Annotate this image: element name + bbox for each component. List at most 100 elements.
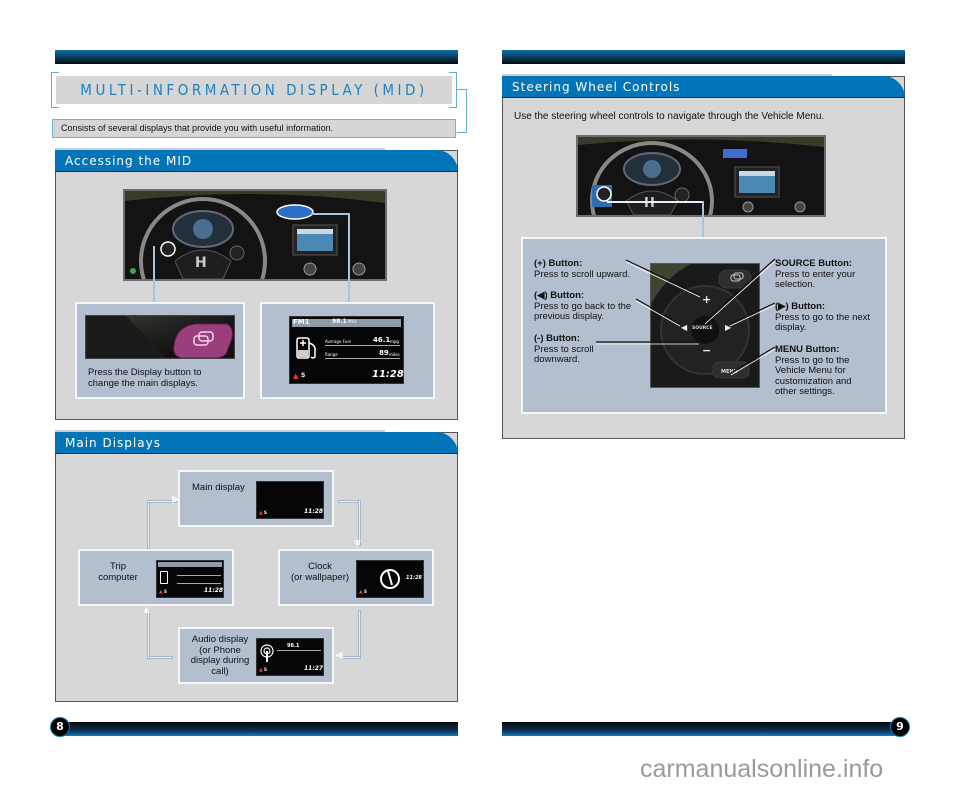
accessing-mid-panel: Accessing the MID H Press the Display bu… [55, 150, 458, 420]
label-line: Press to scroll upward. [534, 268, 631, 280]
label-line: display. [775, 322, 807, 333]
flow-arrow-top-right [338, 500, 360, 503]
warning-triangle-icon: ▲ [259, 510, 263, 516]
clock-label: Clock (or wallpaper) [282, 561, 358, 583]
plus-button-label: (+) Button: Press to scroll upward. [534, 258, 631, 280]
steering-dashboard-photo: H [576, 135, 826, 217]
arrow-left-icon: ◀ [335, 650, 343, 661]
audio-display-label: Audio display (or Phone display during c… [184, 634, 256, 677]
arrow-up-icon: ▲ [143, 605, 150, 615]
main-display-label: Main display [192, 482, 245, 493]
lcd-divider [325, 358, 400, 359]
flow-arrow-bottom-right-v [358, 610, 361, 658]
left-button-label: (◀) Button: Press to go back to the prev… [534, 290, 631, 323]
steering-dashboard-illustration: H [578, 137, 824, 215]
label-title: SOURCE Button: [775, 258, 853, 269]
lcd-clock: 11:28 [372, 369, 404, 380]
page-title: MULTI-INFORMATION DISPLAY (MID) [56, 76, 452, 104]
leader-source [702, 258, 776, 324]
leader-plus [625, 259, 701, 296]
lcd-divider [277, 650, 321, 651]
radio-signal-icon [260, 644, 274, 662]
steering-controls-box: + ◀ SOURCE ▶ − MENU (+) Button: Press to… [521, 237, 887, 414]
audio-source: FM1 [293, 318, 310, 326]
lcd-clock: 11:27 [304, 665, 324, 672]
label-title: (-) Button: [534, 333, 580, 344]
clock-lcd: 11:28 ▲ S [356, 560, 424, 598]
left-page-top-bar [55, 50, 458, 64]
avg-fuel-unit: mpg [390, 339, 399, 344]
warning-triangle-icon: ▲ [159, 589, 163, 595]
display-button-box: Press the Display button to change the m… [75, 302, 245, 399]
label-title: (+) Button: [534, 258, 583, 269]
display-button-photo [85, 315, 235, 359]
label-line: downward. [534, 354, 580, 365]
accessing-mid-heading: Accessing the MID [55, 150, 458, 172]
trip-computer-box: Trip computer ▲ S 11:28 [78, 549, 234, 606]
label-line: selection. [775, 279, 816, 290]
lcd-clock: 11:28 [406, 575, 422, 581]
label-title: (▶) Button: [775, 301, 826, 312]
label-line: call) [211, 665, 229, 677]
steering-controls-heading: Steering Wheel Controls [502, 76, 905, 98]
label-line: Vehicle Menu for [775, 365, 846, 376]
main-display-lcd: ▲ S 11:28 [256, 481, 324, 519]
audio-freq-unit: MHz [348, 319, 357, 324]
trip-computer-label: Trip computer [88, 561, 148, 583]
warning-triangle-icon: ▲ [259, 667, 263, 673]
audio-display-lcd: 98.1 ▲ S 11:27 [256, 638, 324, 676]
minus-button-label: (-) Button: Press to scroll downward. [534, 333, 594, 366]
flow-arrow-up-left [147, 501, 150, 549]
gear-indicator: S [264, 667, 267, 672]
audio-display-box: Audio display (or Phone display during c… [178, 627, 334, 684]
lcd-divider [177, 583, 221, 584]
connector-line-display-button [153, 246, 155, 302]
audio-frequency: 98.1 [332, 318, 347, 325]
lcd-divider [177, 575, 221, 576]
right-page-bottom-bar [502, 722, 900, 736]
right-page-top-bar [502, 50, 905, 64]
audio-status-bar [158, 562, 222, 567]
label-title: MENU Button: [775, 344, 840, 355]
connector-line-screen-h [311, 213, 349, 215]
flow-arrow-bottom-right-h [341, 656, 361, 659]
main-displays-panel: Main Displays ▶ ▼ ◀ ▲ Main display ▲ S 1… [55, 432, 458, 702]
display-button-illustration [86, 316, 233, 358]
range-unit: miles [389, 352, 400, 357]
arrow-down-icon: ▼ [354, 539, 361, 549]
warning-triangle-icon: ▲ [359, 589, 363, 595]
svg-text:H: H [644, 196, 655, 211]
leader-menu [730, 346, 776, 374]
lcd-clock: 11:28 [204, 587, 224, 594]
audio-frequency: 98.1 [287, 643, 300, 649]
steering-intro: Use the steering wheel controls to navig… [514, 111, 825, 122]
left-page-bottom-bar [60, 722, 458, 736]
flow-arrow-bottom-left-v [147, 611, 150, 659]
label-line: display during [190, 655, 250, 666]
range-value: 89 [379, 349, 389, 357]
main-display-box: Main display ▲ S 11:28 [178, 470, 334, 527]
mid-lcd-screen: FM1 98.1 MHz Average Fuel 46.1 mpg Range… [289, 316, 404, 384]
page-number-left: 8 [50, 717, 70, 737]
clock-wallpaper-icon [380, 569, 400, 589]
label-line: Clock [308, 561, 332, 572]
label-line: Trip [109, 561, 126, 572]
svg-text:H: H [195, 255, 207, 271]
right-button-label: (▶) Button: Press to go to the next disp… [775, 301, 870, 334]
clock-box: Clock (or wallpaper) 11:28 ▲ S [278, 549, 434, 606]
gear-indicator: S [301, 372, 306, 379]
watermark: carmanualsonline.info [640, 755, 884, 783]
label-title: (◀) Button: [534, 290, 585, 301]
steering-controls-panel: Steering Wheel Controls Use the steering… [502, 76, 905, 439]
gear-indicator: S [364, 589, 367, 594]
display-button-caption: Press the Display button to change the m… [88, 367, 202, 389]
dashboard-illustration: H [125, 191, 385, 279]
label-line: computer [98, 572, 138, 583]
label-line: Audio display [191, 634, 249, 645]
label-line: (or wallpaper) [290, 572, 350, 583]
avg-fuel-label: Average Fuel [325, 339, 351, 344]
lcd-clock: 11:28 [304, 508, 324, 515]
trip-computer-lcd: ▲ S 11:28 [156, 560, 224, 598]
leader-right [729, 302, 776, 325]
connector-line-controls-h [607, 201, 703, 203]
